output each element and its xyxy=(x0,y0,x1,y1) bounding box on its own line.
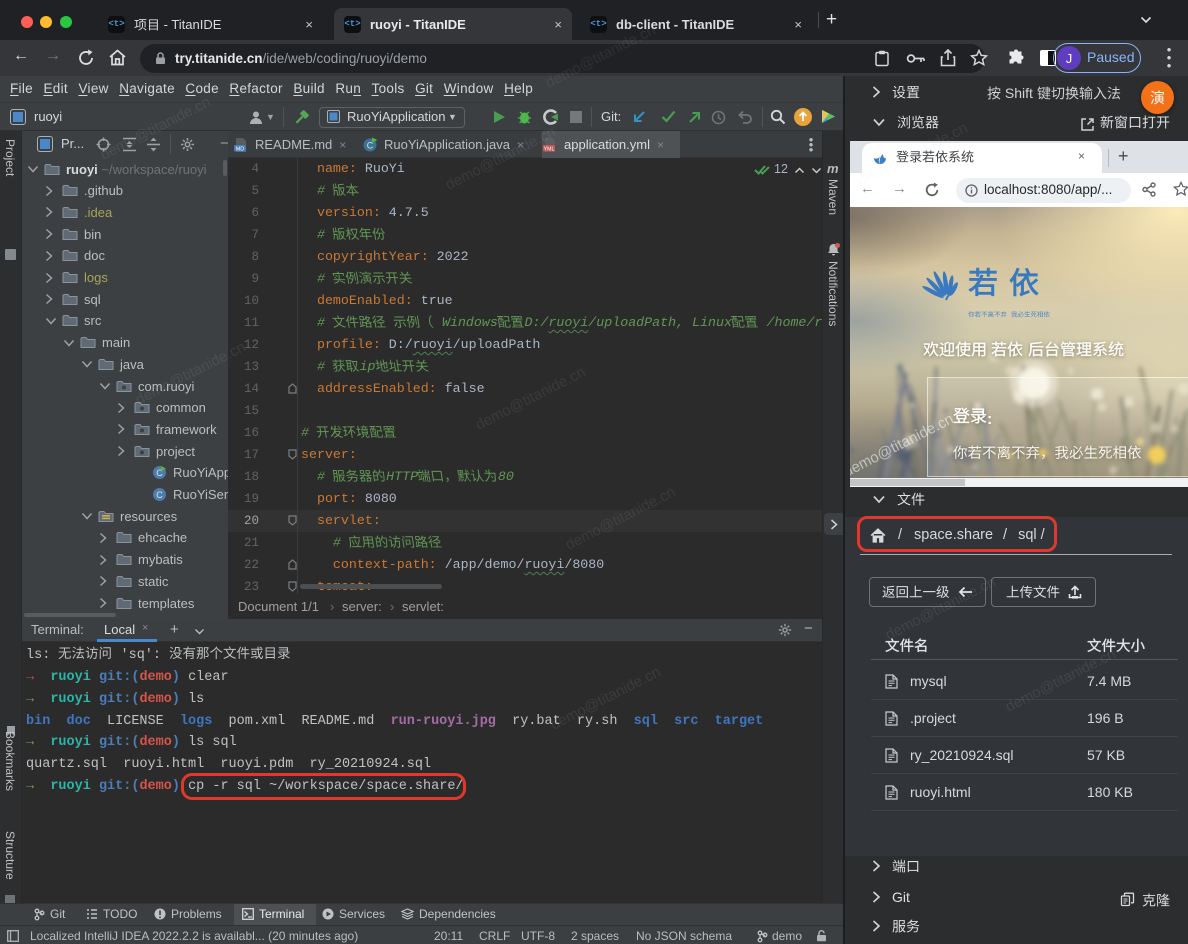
svg-text:MD: MD xyxy=(236,146,245,152)
svg-text:C: C xyxy=(156,490,163,500)
svg-text:YML: YML xyxy=(544,146,555,152)
